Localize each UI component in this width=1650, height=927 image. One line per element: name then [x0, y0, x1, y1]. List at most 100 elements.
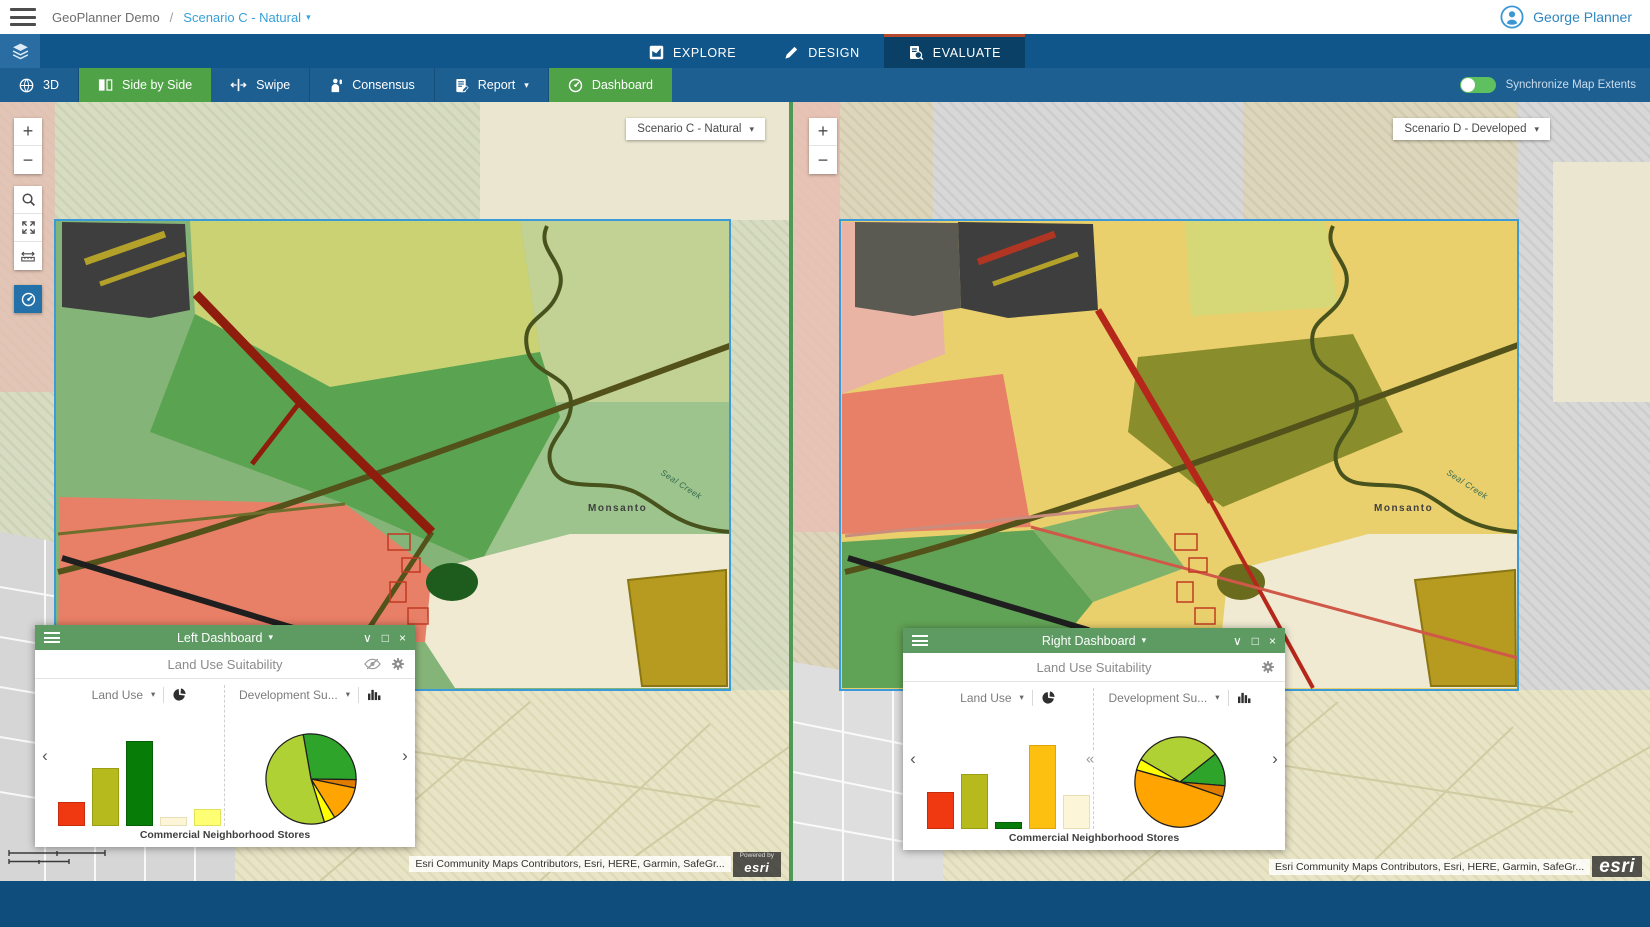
consensus-icon	[329, 78, 343, 93]
swipe-button[interactable]: Swipe	[211, 68, 310, 102]
esri-logo: esri	[1592, 856, 1642, 877]
report-icon	[454, 78, 469, 93]
bar-chart-toggle[interactable]	[367, 688, 382, 701]
city-label: Monsanto	[588, 503, 647, 514]
tab-evaluate[interactable]: EVALUATE	[884, 34, 1025, 68]
sync-extents-label: Synchronize Map Extents	[1506, 79, 1636, 91]
zoom-in-button[interactable]: +	[14, 118, 42, 146]
dashboard-rail-button[interactable]	[14, 285, 42, 313]
right-dashboard-title[interactable]: Right Dashboard ▾	[903, 634, 1285, 648]
caret-down-icon: ▾	[1020, 693, 1024, 702]
left-dashboard-title[interactable]: Left Dashboard ▾	[35, 631, 415, 645]
widget-selector[interactable]: Land Use	[960, 691, 1011, 705]
chart-caption: Commercial Neighborhood Stores	[903, 832, 1285, 850]
gear-icon	[391, 657, 405, 671]
breadcrumb-separator: /	[170, 10, 174, 25]
carousel-prev-button[interactable]: ‹	[903, 685, 923, 832]
gauge-icon	[568, 78, 583, 93]
side-by-side-button[interactable]: Side by Side	[79, 68, 211, 102]
search-button[interactable]	[14, 186, 42, 214]
scale-bar	[8, 849, 112, 865]
bottom-bar	[0, 881, 1650, 927]
measure-icon	[20, 250, 36, 263]
land-use-bar-chart[interactable]	[58, 714, 221, 826]
maximize-button[interactable]: □	[1252, 635, 1259, 647]
sync-extents-toggle[interactable]	[1460, 77, 1496, 93]
tab-design[interactable]: DESIGN	[760, 34, 884, 68]
carousel-next-button[interactable]: ›	[395, 682, 415, 829]
caret-down-icon: ▾	[306, 13, 311, 22]
map-tools	[14, 186, 42, 270]
close-button[interactable]: ×	[1269, 635, 1276, 647]
full-extent-button[interactable]	[14, 214, 42, 242]
visibility-button[interactable]	[364, 658, 381, 670]
widget-divider: «	[1093, 688, 1095, 829]
left-dashboard: Left Dashboard ▾ ∨ □ × Land Use Suitabil…	[35, 625, 415, 847]
maximize-button[interactable]: □	[382, 632, 389, 644]
close-button[interactable]: ×	[399, 632, 406, 644]
settings-button[interactable]	[1261, 660, 1275, 674]
menu-icon[interactable]	[10, 8, 36, 26]
dashboard-body: ‹ Land Use ▾	[35, 679, 415, 829]
tab-explore[interactable]: EXPLORE	[625, 34, 760, 68]
column-chart-icon	[367, 688, 382, 701]
caret-down-icon: ▾	[524, 81, 529, 90]
bar-chart-toggle[interactable]	[1237, 691, 1252, 704]
consensus-button[interactable]: Consensus	[310, 68, 435, 102]
left-dashboard-header[interactable]: Left Dashboard ▾ ∨ □ ×	[35, 625, 415, 650]
3d-button[interactable]: 3D	[0, 68, 79, 102]
dashboard-body: ‹ Land Use ▾	[903, 682, 1285, 832]
zoom-out-button[interactable]: −	[809, 146, 837, 174]
eye-slash-icon	[364, 658, 381, 670]
collapse-button[interactable]: ∨	[1233, 635, 1242, 647]
scenario-breadcrumb[interactable]: Scenario C - Natural ▾	[183, 10, 310, 25]
main-tabs: EXPLORE DESIGN EVALUATE	[0, 34, 1650, 68]
user-menu[interactable]: George Planner	[1500, 5, 1632, 29]
development-pie-chart[interactable]	[263, 731, 359, 827]
pie-chart-icon	[172, 687, 187, 702]
caret-down-icon: ▾	[749, 125, 754, 134]
left-scenario-select[interactable]: Scenario C - Natural ▾	[626, 118, 765, 140]
swipe-icon	[230, 78, 247, 92]
caret-down-icon: ▾	[151, 690, 155, 699]
attribution-text: Esri Community Maps Contributors, Esri, …	[1269, 859, 1590, 875]
map-area: Seal Creek Monsanto Scenario C - Natural…	[0, 102, 1650, 881]
zoom-in-button[interactable]: +	[809, 118, 837, 146]
collapse-widget-button[interactable]: «	[1086, 751, 1094, 766]
gauge-icon	[21, 292, 36, 307]
widget-selector[interactable]: Land Use	[92, 688, 143, 702]
report-button[interactable]: Report ▾	[435, 68, 549, 102]
widget-selector[interactable]: Development Su...	[239, 688, 338, 702]
city-label: Monsanto	[1374, 503, 1433, 514]
globe-icon	[19, 78, 34, 93]
dashboard-button[interactable]: Dashboard	[549, 68, 672, 102]
search-icon	[21, 192, 36, 207]
measure-button[interactable]	[14, 242, 42, 270]
left-map-panel: Seal Creek Monsanto Scenario C - Natural…	[0, 102, 789, 881]
evaluate-icon	[908, 45, 924, 61]
right-dashboard-header[interactable]: Right Dashboard ▾ ∨ □ ×	[903, 628, 1285, 653]
avatar-icon	[1500, 5, 1524, 29]
land-use-widget: Land Use ▾	[923, 685, 1093, 832]
esri-logo: Powered by esri	[733, 852, 781, 878]
settings-button[interactable]	[391, 657, 405, 671]
caret-down-icon: ▾	[1142, 636, 1147, 645]
chart-caption: Commercial Neighborhood Stores	[35, 829, 415, 847]
carousel-prev-button[interactable]: ‹	[35, 682, 55, 829]
breadcrumb: GeoPlanner Demo / Scenario C - Natural ▾	[52, 10, 311, 25]
carousel-next-button[interactable]: ›	[1265, 685, 1285, 832]
pie-chart-toggle[interactable]	[1041, 690, 1056, 705]
development-pie-chart[interactable]	[1132, 734, 1228, 830]
right-map-panel: Seal Creek Monsanto Scenario D - Develop…	[793, 102, 1650, 881]
right-scenario-select[interactable]: Scenario D - Developed ▾	[1393, 118, 1550, 140]
geoplanner-app: GeoPlanner Demo / Scenario C - Natural ▾…	[0, 0, 1650, 927]
left-attribution: Esri Community Maps Contributors, Esri, …	[409, 852, 781, 878]
widget-selector[interactable]: Development Su...	[1109, 691, 1208, 705]
collapse-button[interactable]: ∨	[363, 632, 372, 644]
zoom-out-button[interactable]: −	[14, 146, 42, 174]
attribution-text: Esri Community Maps Contributors, Esri, …	[409, 856, 730, 872]
pie-chart-toggle[interactable]	[172, 687, 187, 702]
land-use-bar-chart[interactable]	[927, 717, 1090, 829]
dashboard-subheader: Land Use Suitability	[903, 653, 1285, 682]
dashboard-subheader: Land Use Suitability	[35, 650, 415, 679]
